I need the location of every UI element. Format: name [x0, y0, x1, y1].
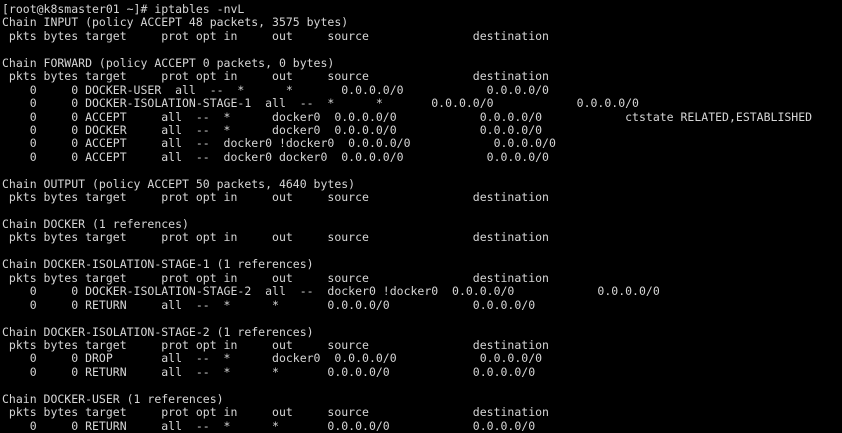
chain-header: Chain INPUT (policy ACCEPT 48 packets, 3… — [2, 15, 349, 30]
rule-row: 0 0 RETURN all -- * * 0.0.0.0/0 0.0.0.0/… — [2, 418, 536, 433]
chain-header: Chain DOCKER-USER (1 references) — [2, 391, 224, 406]
rule-row: 0 0 RETURN all -- * * 0.0.0.0/0 0.0.0.0/… — [2, 297, 536, 312]
command-line: [root@k8smaster01 ~]# iptables -nvL — [2, 2, 842, 16]
chain-header: Chain DOCKER (1 references) — [2, 217, 189, 231]
rule-row: 0 0 RETURN all -- * * 0.0.0.0/0 0.0.0.0/… — [2, 364, 536, 379]
chain-header: Chain OUTPUT (policy ACCEPT 50 packets, … — [2, 176, 356, 191]
rule-row: 0 0 ACCEPT all -- docker0 !docker0 0.0.0… — [2, 136, 556, 151]
command-text: iptables -nvL — [154, 2, 245, 16]
rule-row: 0 0 DOCKER-ISOLATION-STAGE-1 all -- * * … — [2, 96, 639, 111]
rule-row: 0 0 DROP all -- * docker0 0.0.0.0/0 0.0.… — [2, 351, 543, 366]
rule-row: 0 0 DOCKER-USER all -- * * 0.0.0.0/0 0.0… — [2, 82, 549, 97]
rule-row: 0 0 DOCKER-ISOLATION-STAGE-2 all -- dock… — [2, 284, 660, 299]
rule-row: 0 0 DOCKER all -- * docker0 0.0.0.0/0 0.… — [2, 122, 543, 137]
chain-header: Chain FORWARD (policy ACCEPT 0 packets, … — [2, 55, 335, 70]
column-header: pkts bytes target prot opt in out source… — [2, 190, 549, 205]
rule-row: 0 0 ACCEPT all -- docker0 docker0 0.0.0.… — [2, 149, 549, 164]
column-header: pkts bytes target prot opt in out source… — [2, 230, 549, 245]
terminal-output: Chain INPUT (policy ACCEPT 48 packets, 3… — [2, 15, 842, 433]
column-header: pkts bytes target prot opt in out source… — [2, 69, 549, 84]
terminal-window[interactable]: [root@k8smaster01 ~]# iptables -nvL Chai… — [0, 0, 842, 433]
chain-header: Chain DOCKER-ISOLATION-STAGE-1 (1 refere… — [2, 257, 314, 272]
rule-row: 0 0 ACCEPT all -- * docker0 0.0.0.0/0 0.… — [2, 109, 813, 124]
column-header: pkts bytes target prot opt in out source… — [2, 270, 549, 285]
chain-header: Chain DOCKER-ISOLATION-STAGE-2 (1 refere… — [2, 324, 314, 339]
column-header: pkts bytes target prot opt in out source… — [2, 405, 549, 420]
column-header: pkts bytes target prot opt in out source… — [2, 337, 549, 352]
shell-prompt: [root@k8smaster01 ~]# — [2, 2, 155, 16]
column-header: pkts bytes target prot opt in out source… — [2, 28, 549, 43]
